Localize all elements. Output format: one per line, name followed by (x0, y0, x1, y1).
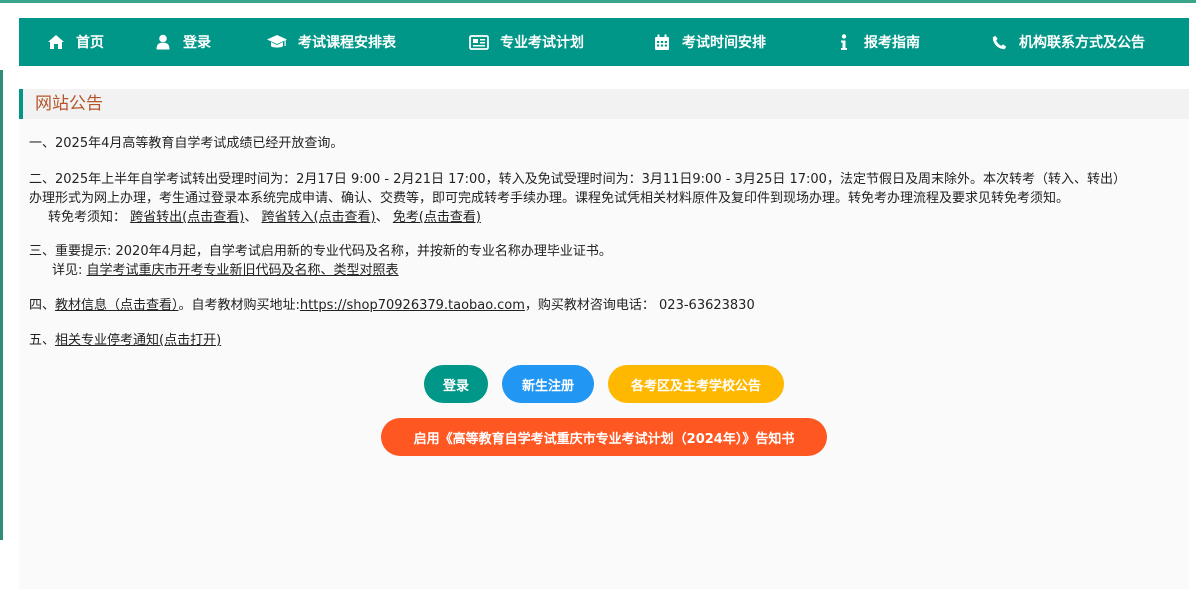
nav-exam-time[interactable]: 考试时间安排 (652, 18, 766, 66)
separator: 、 (375, 210, 389, 225)
link-cross-province-transfer-out[interactable]: 跨省转出(点击查看) (130, 210, 244, 225)
separator: 、 (244, 210, 258, 225)
calendar-icon (652, 32, 672, 52)
newspaper-icon (468, 32, 490, 52)
info-icon (834, 32, 854, 52)
notice-item-1: 一、2025年4月高等教育自学考试成绩已经开放查询。 (29, 136, 344, 151)
notice-title: 网站公告 (35, 94, 103, 114)
register-button[interactable]: 新生注册 (502, 365, 594, 403)
user-icon (153, 32, 173, 52)
notice-panel: 网站公告 一、2025年4月高等教育自学考试成绩已经开放查询。 二、2025年上… (19, 89, 1189, 589)
link-textbook-info[interactable]: 教材信息（点击查看） (55, 298, 179, 313)
link-major-code-table[interactable]: 自学考试重庆市开考专业新旧代码及名称、类型对照表 (87, 263, 399, 278)
nav-registration-guide[interactable]: 报考指南 (834, 18, 920, 66)
phone-icon (989, 32, 1009, 52)
link-cross-province-transfer-in[interactable]: 跨省转入(点击查看) (261, 210, 375, 225)
top-accent-strip (0, 0, 1196, 3)
notice-header: 网站公告 (19, 89, 1189, 119)
link-taobao-shop[interactable]: https://shop70926379.taobao.com (300, 298, 525, 313)
notice-item-3-line-1: 三、重要提示: 2020年4月起，自学考试启用新的专业代码及名称，并按新的专业名… (29, 244, 612, 259)
nav-contact-notice-label: 机构联系方式及公告 (1019, 35, 1145, 51)
notice-item-2-line-2: 办理形式为网上办理，考生通过登录本系统完成申请、确认、交费等，即可完成转考手续办… (29, 191, 1070, 206)
see-details-prefix: 详见: (52, 263, 83, 278)
graduation-cap-icon (266, 32, 288, 52)
textbook-address-label: 。自考教材购买地址: (178, 298, 300, 313)
item-4-prefix: 四、 (29, 298, 56, 313)
item-5-prefix: 五、 (29, 333, 56, 348)
notice-item-5: 五、相关专业停考通知(点击打开) (29, 331, 221, 350)
nav-login[interactable]: 登录 (153, 18, 211, 66)
nav-login-label: 登录 (183, 35, 211, 51)
main-navbar: 首页 登录 考试课程安排表 专业考试计划 考试时间安排 报考指南 机构联系方式及… (19, 18, 1189, 66)
nav-course-schedule-label: 考试课程安排表 (298, 35, 396, 51)
nav-home-label: 首页 (76, 35, 104, 51)
home-icon (46, 32, 66, 52)
nav-home[interactable]: 首页 (46, 18, 104, 66)
notice-item-2-line-1: 二、2025年上半年自学考试转出受理时间为：2月17日 9:00 - 2月21日… (29, 172, 1126, 187)
nav-contact-notice[interactable]: 机构联系方式及公告 (989, 18, 1145, 66)
exam-plan-notice-button[interactable]: 启用《高等教育自学考试重庆市专业考试计划（2024年）》告知书 (381, 418, 827, 456)
notice-item-4: 四、教材信息（点击查看）。自考教材购买地址:https://shop709263… (29, 296, 755, 315)
nav-registration-guide-label: 报考指南 (864, 35, 920, 51)
notice-item-2-line-3: 转免考须知： 跨省转出(点击查看)、 跨省转入(点击查看)、 免考(点击查看) (48, 208, 481, 227)
textbook-phone-text: ，购买教材咨询电话： 023-63623830 (524, 298, 755, 313)
notice-item-3-line-2: 详见: 自学考试重庆市开考专业新旧代码及名称、类型对照表 (52, 261, 399, 280)
page: 首页 登录 考试课程安排表 专业考试计划 考试时间安排 报考指南 机构联系方式及… (0, 0, 1196, 607)
nav-exam-plan-label: 专业考试计划 (500, 35, 584, 51)
left-edge-strip (0, 70, 3, 540)
exam-areas-notice-button[interactable]: 各考区及主考学校公告 (608, 365, 784, 403)
nav-course-schedule[interactable]: 考试课程安排表 (266, 18, 396, 66)
link-suspended-majors-notice[interactable]: 相关专业停考通知(点击打开) (55, 333, 221, 348)
login-button[interactable]: 登录 (424, 365, 488, 403)
transfer-notice-prefix: 转免考须知： (48, 210, 127, 225)
nav-exam-time-label: 考试时间安排 (682, 35, 766, 51)
link-exam-exemption[interactable]: 免考(点击查看) (393, 210, 481, 225)
nav-exam-plan[interactable]: 专业考试计划 (468, 18, 584, 66)
